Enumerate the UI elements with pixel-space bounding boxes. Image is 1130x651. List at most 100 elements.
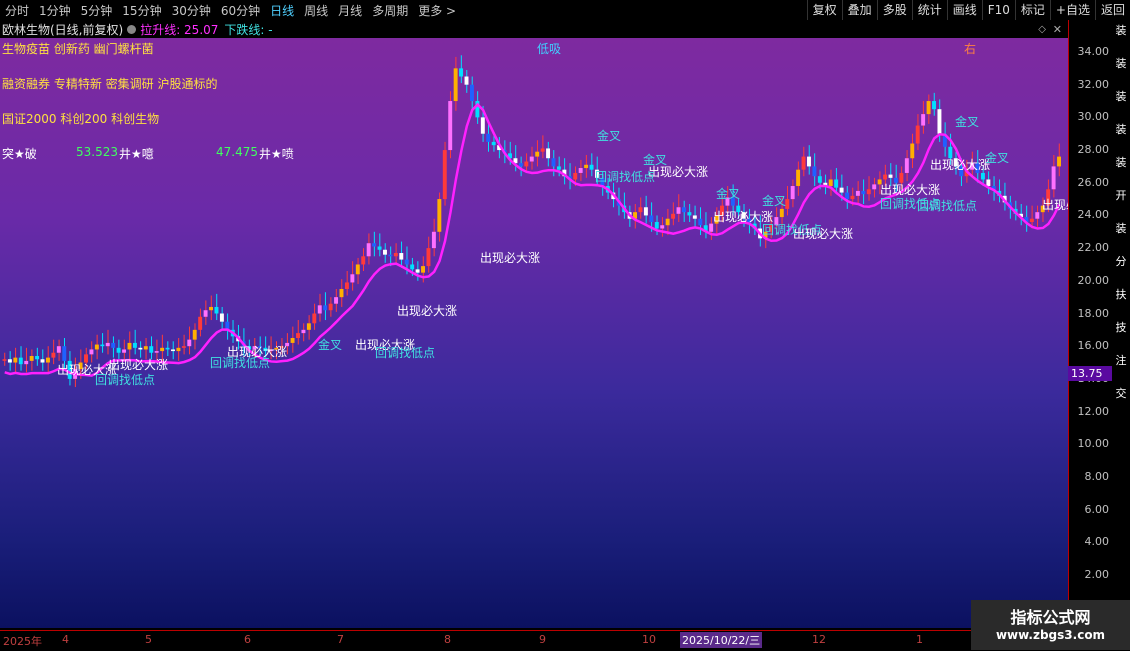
tab-period-4[interactable]: 30分钟	[167, 2, 216, 19]
side-strip-char[interactable]: 注	[1112, 354, 1130, 367]
annotation-golden-cross: 金叉	[716, 187, 741, 201]
side-strip-char[interactable]: 技	[1112, 321, 1130, 334]
indicator-info-bar: 欧林生物(日线,前复权) 拉升线: 25.07 下跌线: - ◇ ✕	[0, 20, 1068, 38]
candle-body	[214, 306, 219, 314]
candle-body	[51, 352, 56, 358]
candle-body	[491, 141, 496, 146]
candle-body	[377, 246, 382, 250]
side-strip-char[interactable]: 分	[1112, 255, 1130, 268]
period-toolbar: 分时 1分钟 5分钟 15分钟 30分钟 60分钟 日线 周线 月线 多周期 更多 > 复权 叠加 多股…	[0, 0, 1130, 20]
tab-period-10[interactable]: 更多 >	[413, 2, 461, 19]
candle-body	[127, 342, 132, 350]
candle-body	[361, 256, 366, 265]
right-label: 右	[964, 42, 977, 56]
diamond-icon[interactable]: ◇	[1038, 24, 1046, 35]
candle-body	[638, 207, 643, 213]
toolbar-button-3[interactable]: 统计	[911, 0, 947, 20]
candle-body	[779, 208, 784, 218]
side-strip-char[interactable]: 装	[1112, 123, 1130, 136]
breakout-label: 突★破	[2, 147, 37, 161]
price-tick: 6.00	[1084, 502, 1110, 516]
candle-body	[105, 342, 110, 347]
candle-body	[834, 179, 839, 188]
watermark-title: 指标公式网	[1010, 608, 1091, 627]
date-tick: 2025年	[3, 635, 42, 648]
candle-body	[426, 248, 431, 267]
candle-body	[100, 344, 105, 347]
tab-period-8[interactable]: 月线	[333, 2, 367, 19]
annotation-golden-cross: 金叉	[762, 194, 787, 208]
candle-body	[415, 269, 420, 273]
candle-body	[143, 346, 148, 350]
candle-body	[328, 303, 333, 311]
candle-body	[807, 156, 811, 167]
annotation-golden-cross: 金叉	[955, 115, 980, 129]
candle-body	[383, 249, 387, 255]
toolbar-button-8[interactable]: 返回	[1094, 0, 1130, 20]
toolbar-button-2[interactable]: 多股	[876, 0, 912, 20]
toolbar-button-7[interactable]: +自选	[1049, 0, 1095, 20]
toolbar-button-6[interactable]: 标记	[1014, 0, 1050, 20]
candle-body	[181, 346, 186, 348]
toolbar-button-1[interactable]: 叠加	[841, 0, 877, 20]
annotation-pullback: 回调找低点	[375, 346, 436, 360]
tab-period-2[interactable]: 5分钟	[76, 2, 118, 19]
candle-body	[584, 164, 589, 169]
price-tick: 34.00	[1077, 45, 1110, 58]
breakout-value-2: 47.475	[216, 145, 258, 159]
side-strip-char[interactable]: 装	[1112, 90, 1130, 103]
settings-icon[interactable]	[127, 24, 137, 34]
candle-body	[654, 221, 659, 229]
concept-line-3: 国证2000 科创200 科创生物	[2, 112, 160, 126]
candle-body	[296, 333, 300, 339]
concept-line-1: 生物疫苗 创新药 幽门螺杆菌	[2, 42, 154, 56]
candle-body	[7, 359, 12, 363]
candle-body	[18, 357, 23, 365]
tab-period-0[interactable]: 分时	[0, 2, 34, 19]
candle-body	[29, 355, 34, 361]
side-strip-char[interactable]: 开	[1112, 189, 1130, 202]
tab-period-1[interactable]: 1分钟	[34, 2, 76, 19]
annotation-surge: 出现必大涨	[397, 304, 458, 318]
side-strip-char[interactable]: 装	[1112, 24, 1130, 37]
tab-period-7[interactable]: 周线	[299, 2, 333, 19]
candle-body	[334, 297, 339, 304]
side-strip-char[interactable]: 装	[1112, 222, 1130, 235]
side-strip-char[interactable]: 装	[1112, 156, 1130, 169]
candle-body	[317, 305, 322, 314]
side-strip-char[interactable]: 扶	[1112, 288, 1130, 301]
candle-body	[219, 313, 224, 322]
toolbar-button-4[interactable]: 画线	[946, 0, 982, 20]
candle-body	[198, 316, 203, 330]
trend-line	[4, 102, 1061, 377]
toolbar-button-5[interactable]: F10	[981, 0, 1015, 20]
tab-period-5[interactable]: 60分钟	[216, 2, 265, 19]
tab-period-6[interactable]: 日线	[265, 2, 299, 19]
annotation-surge: 出现必大涨	[1042, 198, 1068, 212]
candle-body	[366, 243, 371, 257]
price-tick: 16.00	[1077, 339, 1110, 353]
stock-title[interactable]: 欧林生物(日线,前复权)	[0, 21, 123, 38]
tab-period-9[interactable]: 多周期	[367, 2, 413, 19]
candle-body	[410, 264, 415, 270]
breakout-value-1: 53.523	[76, 145, 118, 159]
candle-body	[24, 360, 29, 365]
close-icon[interactable]: ✕	[1053, 23, 1062, 36]
price-tick: 12.00	[1077, 404, 1110, 418]
toolbar-button-0[interactable]: 复权	[806, 0, 842, 20]
price-tick: 10.00	[1077, 437, 1110, 451]
watermark-url: www.zbgs3.com	[995, 628, 1106, 642]
candle-body	[671, 213, 676, 219]
candle-body	[89, 349, 94, 355]
tab-period-3[interactable]: 15分钟	[117, 2, 166, 19]
low-buy-label: 低吸	[537, 42, 562, 56]
candle-body	[535, 151, 540, 157]
candle-body	[203, 310, 208, 317]
candle-body	[1035, 212, 1040, 219]
candle-body	[431, 231, 436, 249]
side-strip-char[interactable]: 装	[1112, 57, 1130, 70]
annotation-surge: 出现必大涨	[793, 227, 854, 241]
side-strip-char[interactable]: 交	[1112, 387, 1130, 400]
kline-chart[interactable]: 生物疫苗 创新药 幽门螺杆菌 融资融券 专精特新 密集调研 沪股通标的 国证20…	[0, 38, 1068, 628]
candle-body	[643, 207, 648, 216]
